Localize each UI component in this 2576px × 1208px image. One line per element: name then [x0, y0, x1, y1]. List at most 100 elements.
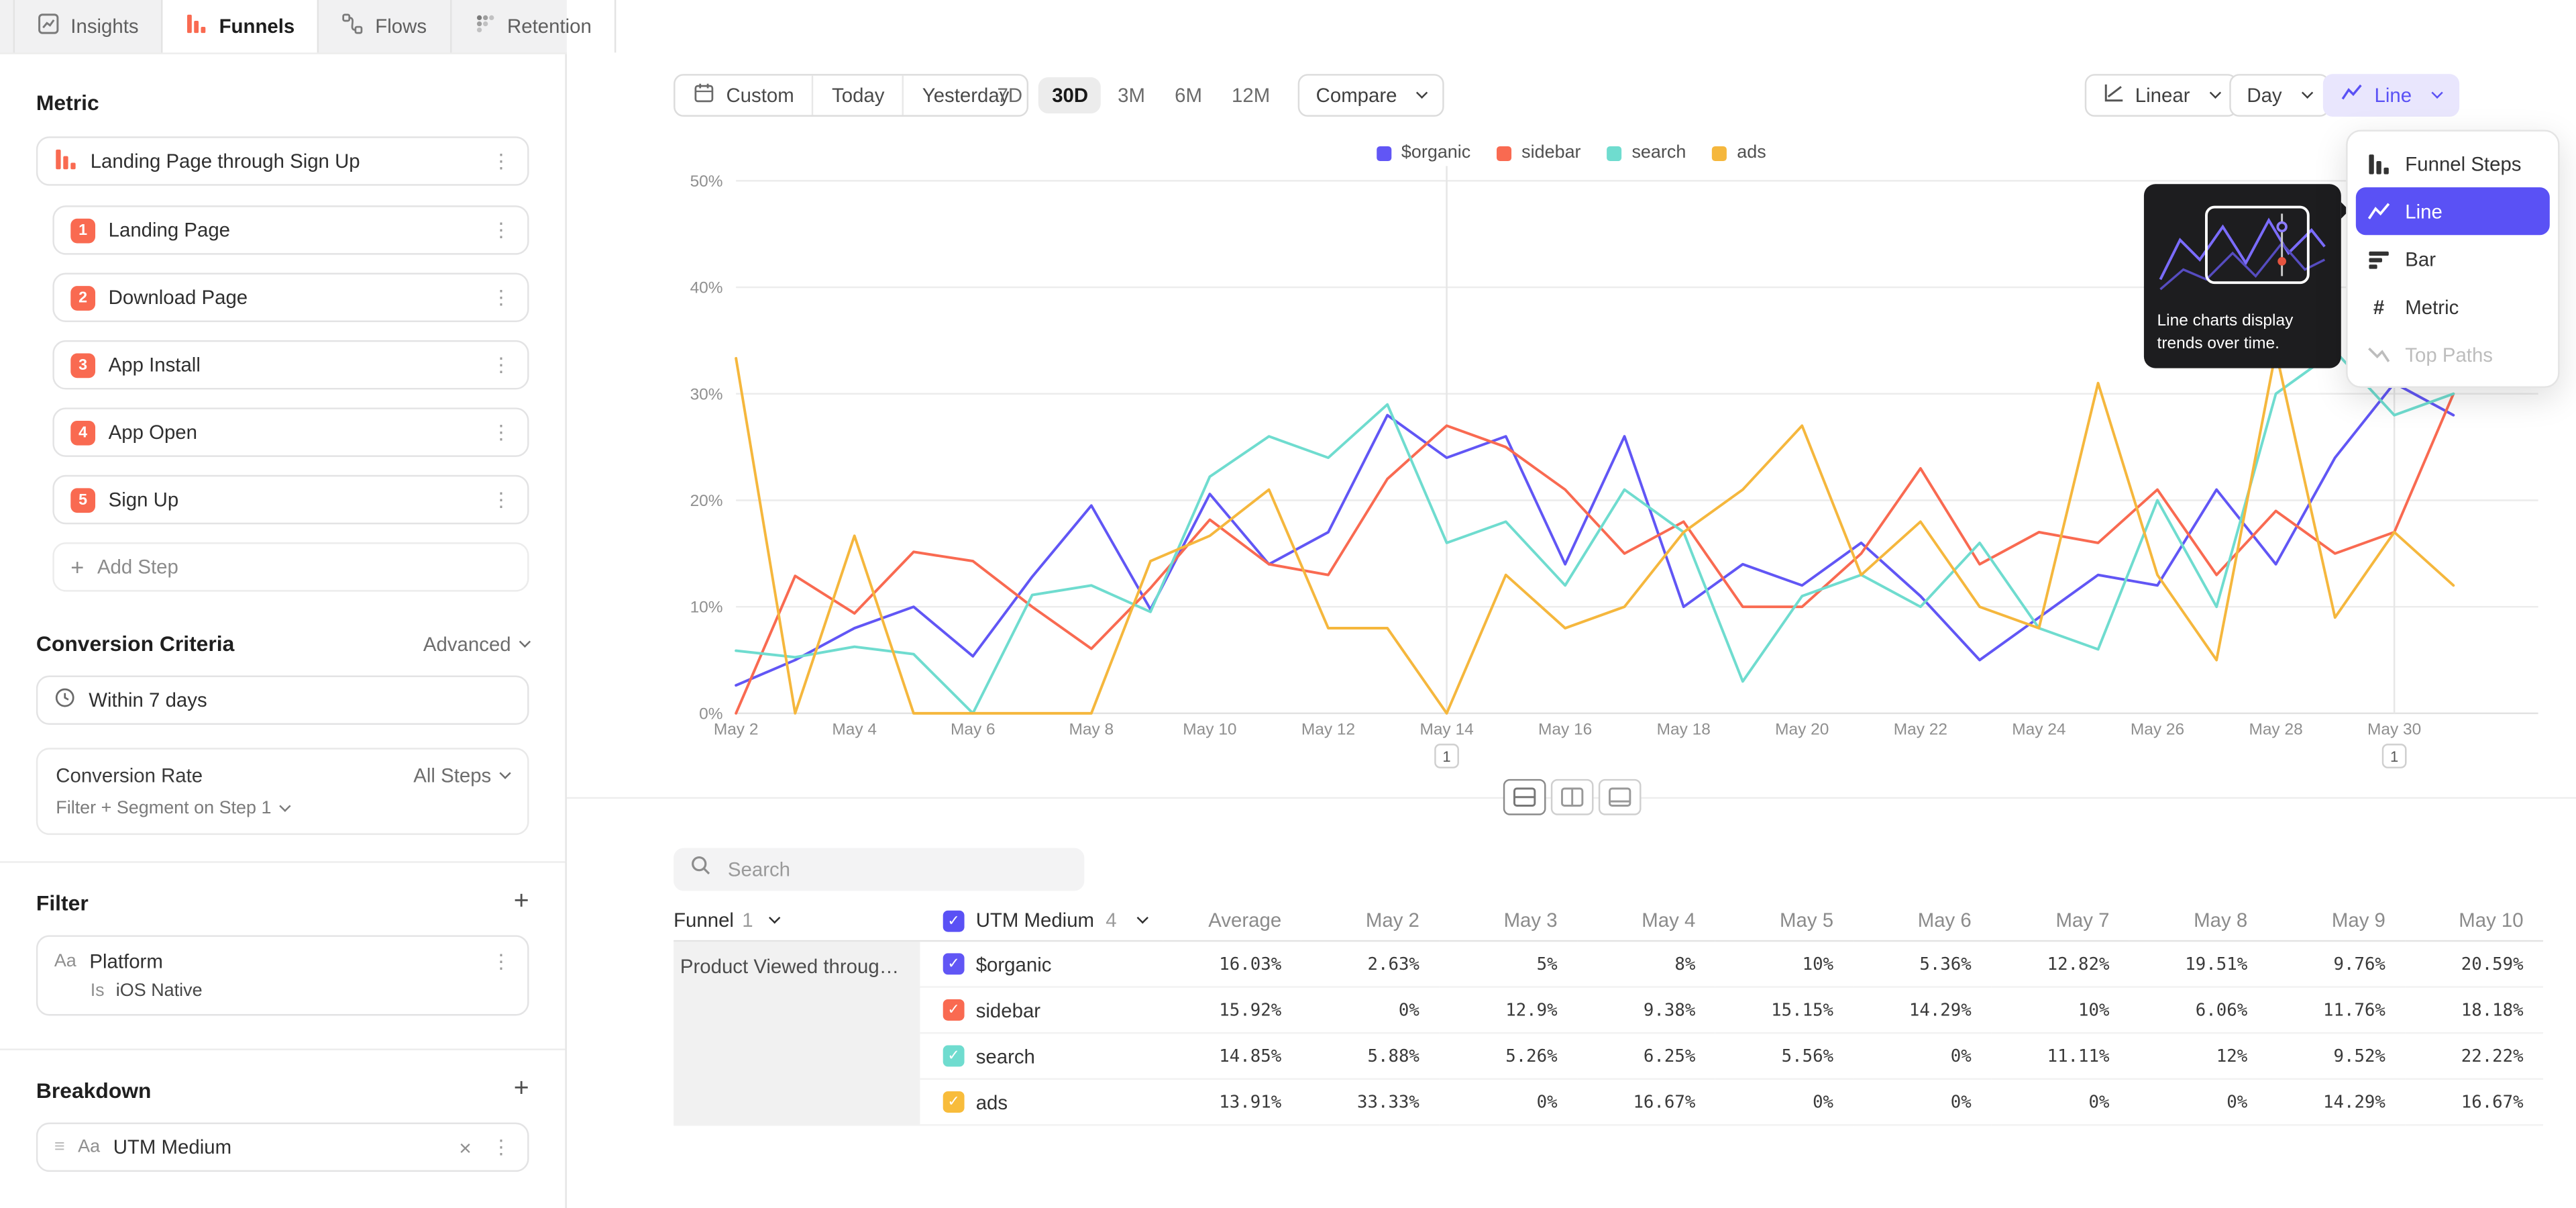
custom-date-button[interactable]: Custom	[676, 76, 812, 115]
svg-text:50%: 50%	[690, 172, 723, 191]
menu-item-label: Top Paths	[2405, 343, 2493, 366]
cell-value: 14.85%	[1163, 1034, 1301, 1080]
tab-funnels[interactable]: Funnels	[163, 0, 319, 52]
kebab-icon[interactable]: ⋮	[491, 950, 511, 973]
remove-breakdown-icon[interactable]: ×	[459, 1135, 472, 1160]
cell-value: 15.15%	[1715, 988, 1854, 1034]
series-checkbox[interactable]: ✓	[943, 953, 965, 974]
menu-item-label: Bar	[2405, 248, 2436, 270]
breakdown-table: Funnel 1 Product Viewed through P... ✓UT…	[674, 901, 2576, 1126]
tab-flows[interactable]: Flows	[319, 0, 451, 52]
query-builder-sidebar: Metric Landing Page through Sign Up ⋮ 1L…	[0, 54, 567, 1208]
scale-dropdown-button[interactable]: Linear	[2084, 74, 2238, 117]
series-checkbox[interactable]: ✓	[943, 1046, 965, 1067]
series-row-search[interactable]: ✓search	[920, 1034, 1163, 1080]
view-toggles	[567, 779, 2576, 815]
drag-handle-icon[interactable]: ≡	[54, 1138, 65, 1157]
kebab-icon[interactable]: ⋮	[491, 1136, 511, 1158]
column-header-may-7[interactable]: May 7	[1991, 901, 2129, 942]
filter-condition[interactable]: IsiOS Native	[54, 981, 511, 1001]
series-row-ads[interactable]: ✓ads	[920, 1080, 1163, 1126]
legend-item-search[interactable]: search	[1607, 143, 1686, 162]
breakdown-table-grid: ✓UTM Medium4AverageMay 2May 3May 4May 5M…	[920, 901, 2543, 1126]
add-breakdown-button[interactable]: +	[514, 1076, 529, 1103]
cell-value: 13.91%	[1163, 1080, 1301, 1126]
tab-retention[interactable]: Retention	[451, 0, 616, 52]
menu-item-metric[interactable]: #Metric	[2356, 283, 2550, 330]
clock-icon	[54, 687, 76, 713]
column-header-may-8[interactable]: May 8	[2129, 901, 2267, 942]
line-chart-icon	[2342, 82, 2363, 108]
svg-text:May 6: May 6	[951, 721, 996, 739]
funnel-column-dropdown[interactable]: Funnel 1	[674, 901, 920, 942]
chevron-down-icon	[769, 912, 781, 923]
column-header-may-9[interactable]: May 9	[2267, 901, 2406, 942]
add-step-button[interactable]: + Add Step	[52, 542, 529, 591]
range-6m[interactable]: 6M	[1162, 77, 1216, 113]
chart-type-dropdown-button[interactable]: Line	[2324, 74, 2460, 117]
cell-value: 0%	[1301, 988, 1440, 1034]
cell-value: 22.22%	[2405, 1034, 2543, 1080]
menu-item-line[interactable]: Line	[2356, 187, 2550, 235]
menu-item-funnel-steps[interactable]: Funnel Steps	[2356, 140, 2550, 187]
column-header-may-10[interactable]: May 10	[2405, 901, 2543, 942]
search-input[interactable]	[724, 856, 1068, 883]
filter-segment-dropdown[interactable]: Filter + Segment on Step 1	[56, 799, 509, 818]
column-header-may-2[interactable]: May 2	[1301, 901, 1440, 942]
breakdown-column-dropdown[interactable]: ✓UTM Medium4	[920, 901, 1163, 942]
compare-button[interactable]: Compare	[1298, 74, 1445, 117]
funnel-step-app-install[interactable]: 3App Install⋮	[52, 340, 529, 389]
range-3m[interactable]: 3M	[1105, 77, 1159, 113]
kebab-icon[interactable]: ⋮	[491, 219, 511, 242]
interval-dropdown-button[interactable]: Day	[2229, 74, 2329, 117]
cell-value: 9.52%	[2267, 1034, 2406, 1080]
add-filter-button[interactable]: +	[514, 889, 529, 915]
column-header-may-6[interactable]: May 6	[1853, 901, 1991, 942]
legend-item-ads[interactable]: ads	[1713, 143, 1766, 162]
legend-item-sidebar[interactable]: sidebar	[1497, 143, 1580, 162]
filter-card[interactable]: Aa Platform ⋮ IsiOS Native	[36, 935, 529, 1015]
search-icon	[690, 854, 712, 884]
kebab-icon[interactable]: ⋮	[491, 286, 511, 309]
breakdown-card[interactable]: ≡ Aa UTM Medium × ⋮	[36, 1123, 529, 1172]
svg-text:May 18: May 18	[1657, 721, 1711, 739]
view-toggle-table-only[interactable]	[1550, 779, 1593, 815]
kebab-icon[interactable]: ⋮	[491, 150, 511, 172]
range-7d[interactable]: 7D	[984, 77, 1036, 113]
menu-item-bar[interactable]: Bar	[2356, 235, 2550, 283]
series-checkbox[interactable]: ✓	[943, 999, 965, 1021]
legend-item--organic[interactable]: $organic	[1377, 143, 1470, 162]
cell-value: 16.67%	[2405, 1080, 2543, 1126]
column-header-average[interactable]: Average	[1163, 901, 1301, 942]
funnel-step-download-page[interactable]: 2Download Page⋮	[52, 273, 529, 322]
series-row-sidebar[interactable]: ✓sidebar	[920, 988, 1163, 1034]
cell-value: 6.06%	[2129, 988, 2267, 1034]
select-all-checkbox[interactable]: ✓	[943, 910, 965, 932]
funnel-group-cell[interactable]: Product Viewed through P...	[674, 942, 920, 1125]
column-header-may-5[interactable]: May 5	[1715, 901, 1854, 942]
column-header-may-4[interactable]: May 4	[1577, 901, 1715, 942]
conversion-window-card[interactable]: Within 7 days	[36, 676, 529, 725]
svg-text:May 14: May 14	[1419, 721, 1473, 739]
view-toggle-chart-and-table[interactable]	[1503, 779, 1546, 815]
funnel-step-landing-page[interactable]: 1Landing Page⋮	[52, 205, 529, 254]
kebab-icon[interactable]: ⋮	[491, 488, 511, 511]
series-row--organic[interactable]: ✓$organic	[920, 942, 1163, 988]
range-12m[interactable]: 12M	[1218, 77, 1283, 113]
funnel-step-sign-up[interactable]: 5Sign Up⋮	[52, 475, 529, 524]
column-header-may-3[interactable]: May 3	[1439, 901, 1577, 942]
conversion-rate-dropdown[interactable]: All Steps	[413, 764, 509, 787]
range-30d[interactable]: 30D	[1039, 77, 1102, 113]
kebab-icon[interactable]: ⋮	[491, 421, 511, 444]
kebab-icon[interactable]: ⋮	[491, 354, 511, 376]
funnels-icon	[186, 13, 208, 40]
advanced-dropdown[interactable]: Advanced	[423, 632, 529, 655]
series-checkbox[interactable]: ✓	[943, 1091, 965, 1113]
tab-insights[interactable]: Insights	[13, 0, 164, 52]
funnel-step-app-open[interactable]: 4App Open⋮	[52, 407, 529, 456]
cell-value: 0%	[1853, 1080, 1991, 1126]
funnel-title-card[interactable]: Landing Page through Sign Up ⋮	[36, 136, 529, 185]
view-toggle-chart-only[interactable]	[1598, 779, 1641, 815]
cell-value: 14.29%	[1853, 988, 1991, 1034]
today-button[interactable]: Today	[812, 76, 903, 115]
